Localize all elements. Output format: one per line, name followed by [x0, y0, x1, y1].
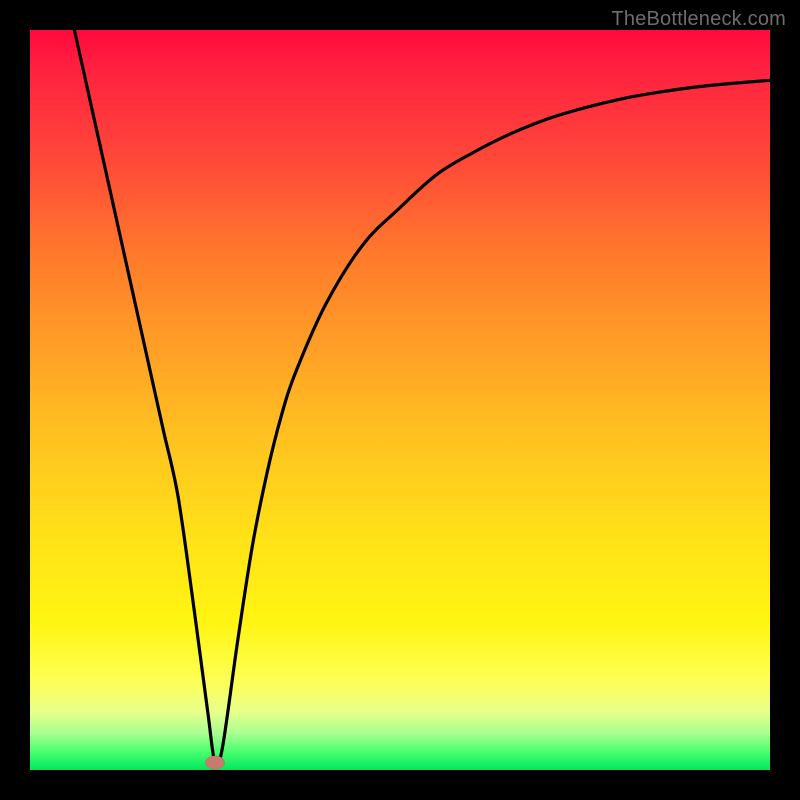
bottleneck-curve — [30, 30, 770, 770]
curve-line — [74, 30, 770, 766]
chart-frame: TheBottleneck.com — [0, 0, 800, 800]
minimum-marker — [205, 756, 224, 769]
watermark-text: TheBottleneck.com — [611, 8, 786, 31]
plot-area — [30, 30, 770, 770]
